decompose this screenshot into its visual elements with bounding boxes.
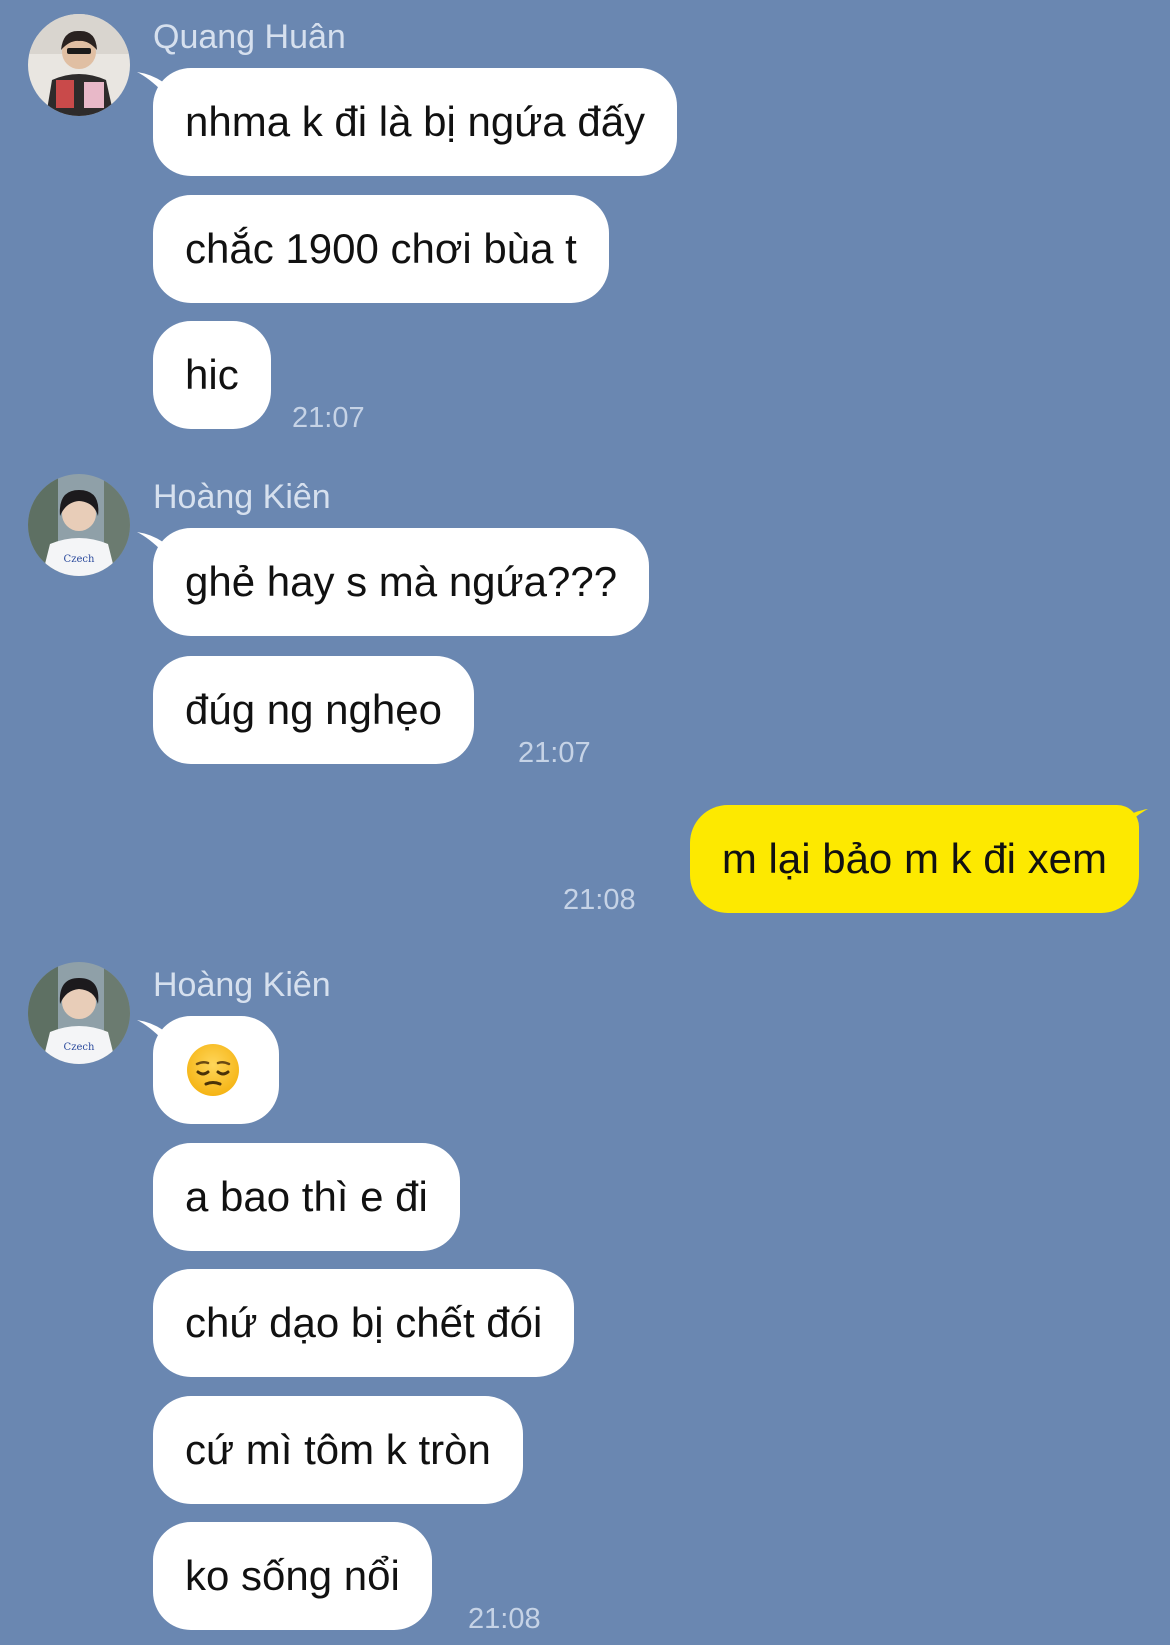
svg-text:Czech: Czech xyxy=(64,1042,95,1053)
message-timestamp: 21:08 xyxy=(563,884,636,916)
message-bubble-incoming[interactable]: ko sống nổi xyxy=(153,1522,432,1630)
message-bubble-incoming[interactable]: hic xyxy=(153,321,271,429)
pensive-face-emoji xyxy=(187,1044,239,1096)
sender-name: Hoàng Kiên xyxy=(153,478,331,516)
message-bubble-incoming[interactable]: cứ mì tôm k tròn xyxy=(153,1396,523,1504)
message-bubble-incoming[interactable]: ghẻ hay s mà ngứa??? xyxy=(153,528,650,636)
message-bubble-incoming[interactable]: a bao thì e đi xyxy=(153,1143,460,1251)
avatar-hoang-kien[interactable]: Czech xyxy=(28,474,130,576)
message-bubble-incoming[interactable] xyxy=(153,1016,279,1124)
message-bubble-outgoing[interactable]: m lại bảo m k đi xem xyxy=(689,805,1139,913)
message-timestamp: 21:07 xyxy=(518,737,591,769)
message-timestamp: 21:08 xyxy=(468,1603,541,1635)
message-timestamp: 21:07 xyxy=(292,402,365,434)
svg-text:Czech: Czech xyxy=(64,554,95,565)
message-bubble-incoming[interactable]: chứ dạo bị chết đói xyxy=(153,1269,575,1377)
bubble-tail xyxy=(1122,807,1148,829)
avatar-hoang-kien[interactable]: Czech xyxy=(28,962,130,1064)
sender-name: Quang Huân xyxy=(153,18,346,56)
message-bubble-incoming[interactable]: đúg ng nghẹo xyxy=(153,656,474,764)
message-bubble-incoming[interactable]: chắc 1900 chơi bùa t xyxy=(153,195,609,303)
message-bubble-incoming[interactable]: nhma k đi là bị ngứa đấy xyxy=(153,68,678,176)
avatar-quang-huan[interactable] xyxy=(28,14,130,116)
sender-name: Hoàng Kiên xyxy=(153,966,331,1004)
